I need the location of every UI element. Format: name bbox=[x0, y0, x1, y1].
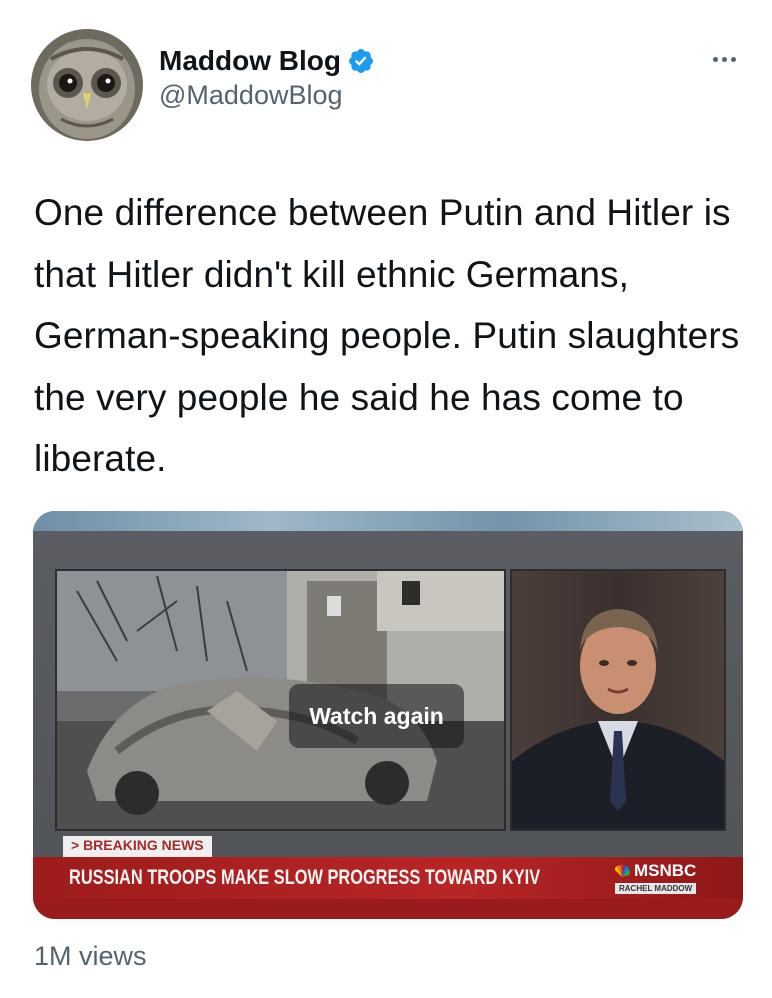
more-dots-icon bbox=[730, 56, 736, 62]
video-player[interactable]: Watch again > BREAKING NEWS RUSSIAN TROO… bbox=[33, 511, 743, 919]
tweet: Maddow Blog @MaddowBlog One difference b… bbox=[0, 0, 772, 998]
author-name-row[interactable]: Maddow Blog bbox=[159, 41, 375, 81]
chyron-bottom-bar bbox=[33, 899, 743, 919]
more-options-button[interactable] bbox=[704, 44, 744, 74]
watch-again-button[interactable]: Watch again bbox=[289, 684, 464, 748]
tweet-text: One difference between Putin and Hitler … bbox=[34, 192, 740, 479]
view-count: 1M views bbox=[34, 941, 147, 971]
owl-avatar-icon bbox=[31, 29, 143, 141]
author-handle[interactable]: @MaddowBlog bbox=[159, 80, 343, 111]
more-dots-icon bbox=[721, 56, 727, 62]
news-chyron: RUSSIAN TROOPS MAKE SLOW PROGRESS TOWARD… bbox=[33, 857, 743, 899]
more-dots-icon bbox=[712, 56, 718, 62]
video-guest-panel bbox=[510, 569, 726, 831]
network-logo: MSNBC bbox=[613, 861, 696, 881]
verified-badge-icon bbox=[349, 49, 373, 73]
video-top-strip bbox=[33, 511, 743, 531]
peacock-icon bbox=[615, 864, 630, 877]
chyron-headline: RUSSIAN TROOPS MAKE SLOW PROGRESS TOWARD… bbox=[69, 866, 541, 889]
show-name: RACHEL MADDOW bbox=[615, 883, 697, 894]
author-avatar[interactable] bbox=[31, 29, 143, 141]
author-display-name[interactable]: Maddow Blog bbox=[159, 45, 341, 77]
breaking-news-label: > BREAKING NEWS bbox=[63, 836, 212, 858]
network-name: MSNBC bbox=[634, 861, 697, 880]
